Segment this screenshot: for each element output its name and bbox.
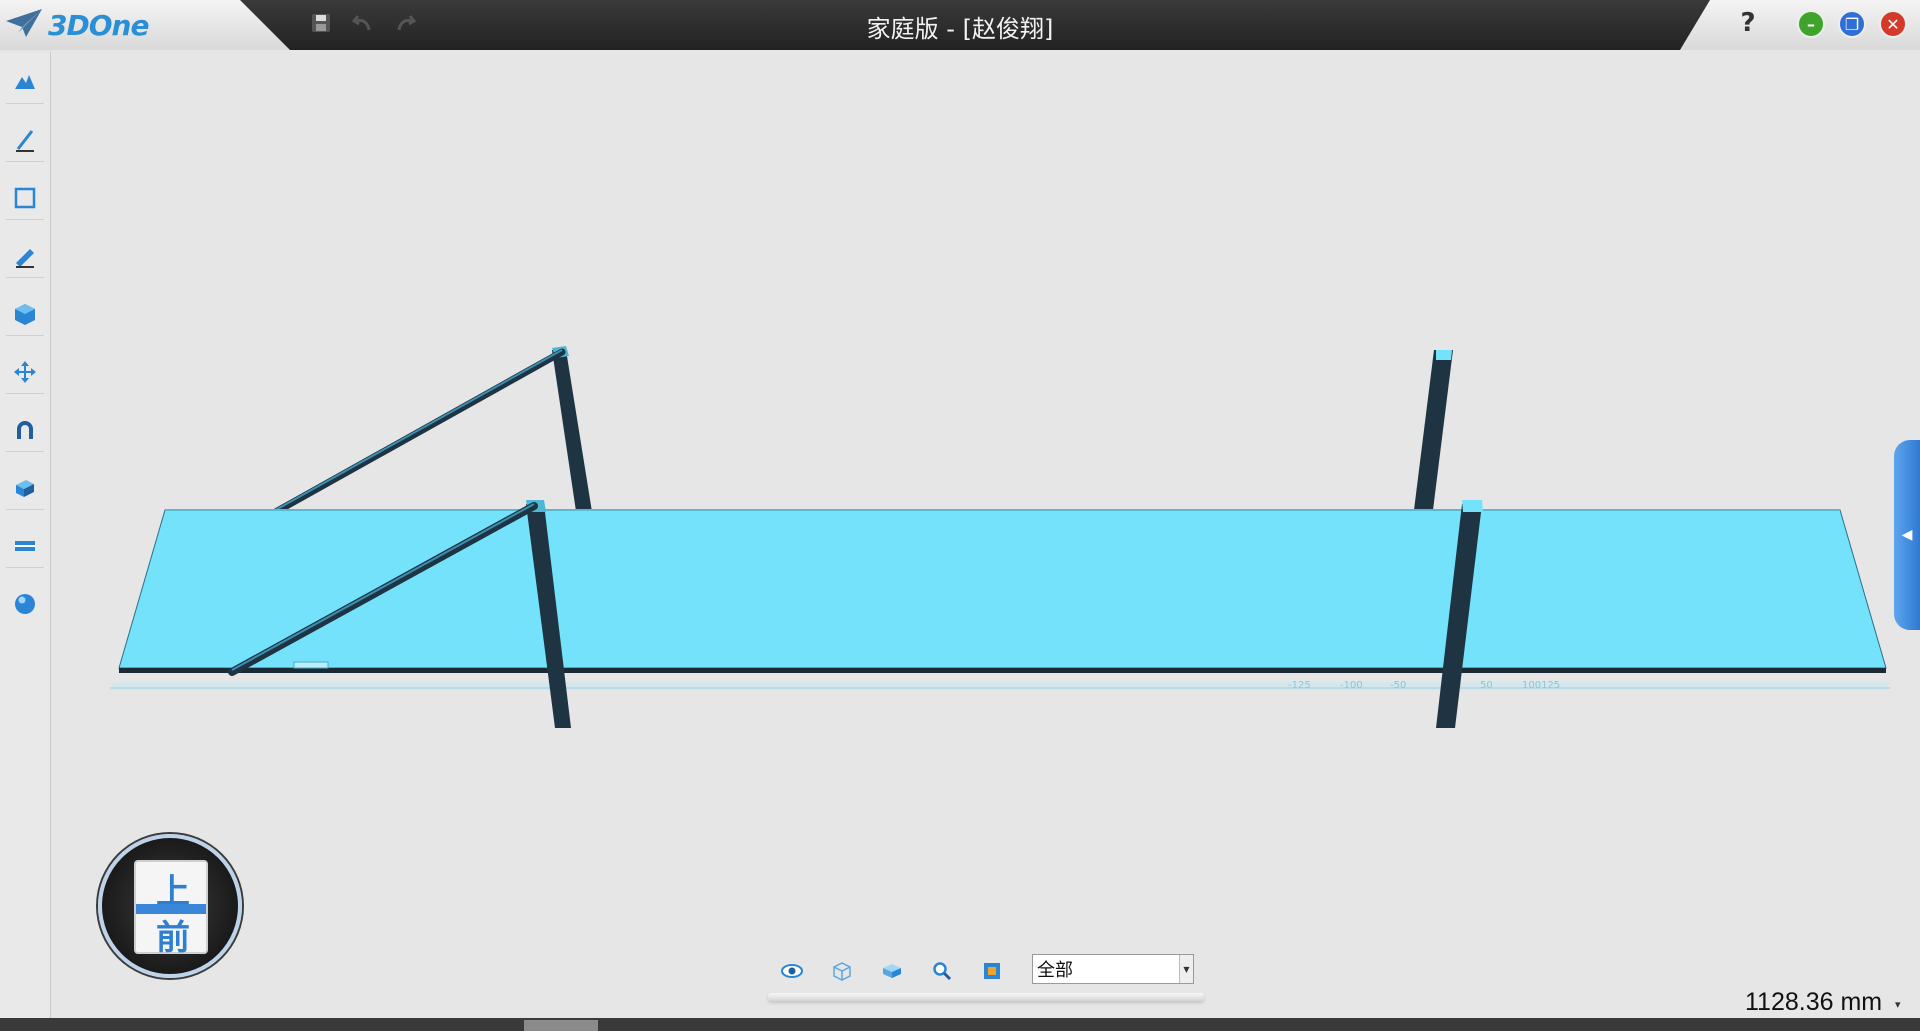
back-post-right [1413, 350, 1453, 518]
filter-select[interactable]: 全部 ▼ [1032, 954, 1194, 984]
snap-icon[interactable] [6, 408, 44, 452]
status-bar [0, 1018, 1920, 1031]
sketch-edit-icon[interactable] [6, 176, 44, 220]
minimize-icon: – [1807, 14, 1815, 34]
zoom-icon[interactable] [927, 956, 957, 986]
sketch-icon[interactable] [6, 118, 44, 162]
plate-marker [293, 661, 329, 669]
measurement-unit-dropdown-icon[interactable]: ▾ [1895, 998, 1901, 1011]
svg-text:100125: 100125 [1522, 680, 1560, 691]
render-sphere-icon[interactable] [6, 582, 44, 626]
app-window: 3DOne 家庭版 - [赵俊翔] ? – ❐ ✕ -125 -100 -50 … [0, 0, 1920, 1031]
view-toolbar: 全部 ▼ [768, 950, 1208, 1002]
view-cube-face[interactable]: 上 前 [134, 860, 208, 958]
undo-icon[interactable] [348, 8, 378, 38]
basic-solid-icon[interactable] [6, 60, 44, 104]
front-post-right-cap [1462, 500, 1483, 512]
back-brace-highlight [271, 349, 563, 513]
filter-select-value: 全部 [1037, 960, 1073, 981]
chevron-left-icon: ◀ [1901, 527, 1913, 543]
measurement-readout: 1128.36 mm [1745, 988, 1883, 1016]
close-button[interactable]: ✕ [1879, 10, 1907, 38]
chevron-down-icon[interactable]: ▼ [1179, 955, 1193, 983]
help-button[interactable]: ? [1735, 8, 1761, 38]
redo-icon[interactable] [390, 8, 420, 38]
view-shaded-icon[interactable] [877, 956, 907, 986]
view-cube[interactable]: 上 前 [98, 834, 242, 978]
fit-view-icon[interactable] [977, 956, 1007, 986]
app-logo: 3DOne [4, 7, 149, 43]
back-post-left [552, 350, 593, 518]
minimize-button[interactable]: – [1797, 10, 1825, 38]
special-function-icon[interactable] [6, 234, 44, 278]
scrollbar-thumb[interactable] [524, 1020, 598, 1031]
restore-icon: ❐ [1844, 14, 1860, 34]
back-post-right-cap [1436, 350, 1452, 360]
svg-text:50: 50 [1480, 680, 1493, 691]
measure-icon[interactable] [6, 524, 44, 568]
window-title: 家庭版 - [赵俊翔] [866, 15, 1054, 43]
3d-viewport[interactable]: -125 -100 -50 50 100125 上 前 [52, 52, 1920, 1018]
model-scene: -125 -100 -50 50 100125 [110, 346, 1890, 728]
component-icon[interactable] [6, 466, 44, 510]
transform-icon[interactable] [6, 350, 44, 394]
left-toolbar [0, 52, 51, 1018]
svg-text:-125: -125 [1288, 680, 1311, 691]
title-bar: 3DOne 家庭版 - [赵俊翔] ? – ❐ ✕ [0, 0, 1920, 50]
combine-icon[interactable] [6, 292, 44, 336]
restore-button[interactable]: ❐ [1838, 10, 1866, 38]
side-panel-toggle[interactable]: ◀ [1894, 440, 1920, 630]
app-logo-text: 3DOne [48, 8, 149, 42]
back-brace [268, 348, 566, 518]
view-cube-front-label[interactable]: 前 [136, 910, 210, 959]
base-plate-edge [119, 668, 1886, 673]
view-wireframe-icon[interactable] [827, 956, 857, 986]
save-icon[interactable] [306, 8, 336, 38]
view-visibility-icon[interactable] [777, 956, 807, 986]
svg-text:-50: -50 [1390, 680, 1406, 691]
view-toolbar-shelf [768, 993, 1204, 1001]
svg-text:-100: -100 [1340, 680, 1363, 691]
close-icon: ✕ [1886, 14, 1900, 34]
paper-plane-icon [4, 7, 44, 43]
grid-ruler [110, 682, 1890, 690]
